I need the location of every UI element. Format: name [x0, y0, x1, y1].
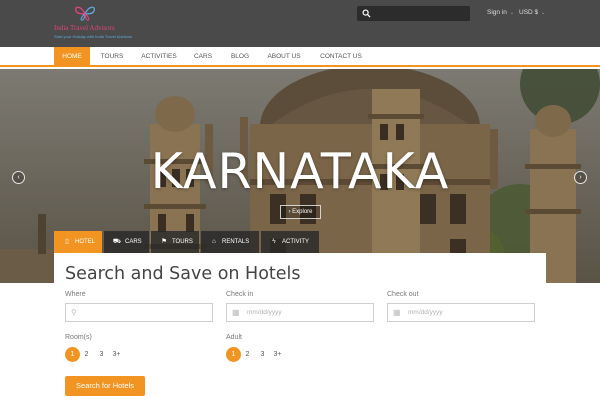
rooms-label: Room(s): [65, 334, 92, 341]
brand-logo[interactable]: India Travel Advisors Start your Holiday…: [54, 5, 132, 43]
chevron-right-icon: ›: [288, 209, 291, 215]
chevron-down-icon: ⌄: [541, 10, 546, 16]
where-input[interactable]: [86, 305, 208, 320]
nav-item-blog[interactable]: BLOG: [223, 47, 257, 67]
bolt-icon: ϟ: [272, 238, 276, 245]
rooms-option[interactable]: 1: [65, 347, 80, 362]
where-label: Where: [65, 291, 86, 298]
nav-item-home[interactable]: HOME: [54, 47, 90, 67]
currency-menu[interactable]: USD $ ⌄: [519, 9, 545, 16]
form-title: Search and Save on Hotels: [65, 264, 301, 284]
rooms-option[interactable]: 2: [79, 347, 94, 362]
nav-item-cars[interactable]: CARS: [186, 47, 220, 67]
adult-selector: 1 2 3 3+: [226, 347, 296, 362]
nav-item-tours[interactable]: TOURS: [93, 47, 131, 67]
where-field: ⚲: [65, 303, 213, 322]
signin-menu[interactable]: Sign in ⌄: [487, 9, 514, 16]
rooms-option[interactable]: 3+: [109, 347, 124, 362]
checkout-field: ▦: [387, 303, 535, 322]
adult-option[interactable]: 3+: [270, 347, 285, 362]
checkin-label: Check in: [226, 291, 254, 298]
nav-item-about-us[interactable]: ABOUT US: [261, 47, 307, 67]
hotel-icon: ▯: [65, 238, 69, 245]
flag-icon: ⚑: [161, 238, 167, 245]
tab-label: ACTIVITY: [282, 239, 310, 245]
tab-label: HOTEL: [75, 239, 96, 245]
checkout-label: Check out: [387, 291, 419, 298]
hero-title: KARNATAKA: [150, 143, 450, 200]
main-nav: HOME TOURS ACTIVITIES CARS BLOG ABOUT US…: [0, 47, 600, 67]
tab-label: CARS: [125, 239, 142, 245]
calendar-icon: ▦: [393, 308, 401, 317]
hotel-search-form: Search and Save on Hotels Where ⚲ Check …: [54, 253, 546, 400]
signin-label: Sign in: [487, 9, 507, 16]
tab-tours[interactable]: ⚑ TOURS: [151, 231, 199, 253]
tab-label: RENTALS: [222, 239, 250, 245]
currency-label: USD $: [519, 9, 539, 16]
nav-item-activities[interactable]: ACTIVITIES: [136, 47, 182, 67]
checkin-field: ▦: [226, 303, 374, 322]
map-marker-icon: ⚲: [71, 308, 77, 317]
rooms-option[interactable]: 3: [94, 347, 109, 362]
tab-cars[interactable]: ⛟ CARS: [104, 231, 149, 253]
adult-option[interactable]: 2: [240, 347, 255, 362]
search-icon[interactable]: [362, 9, 371, 18]
tab-rentals[interactable]: ⌂ RENTALS: [201, 231, 259, 253]
explore-button[interactable]: › Explore: [280, 205, 321, 219]
tab-label: TOURS: [172, 239, 193, 245]
tab-hotel[interactable]: ▯ HOTEL: [54, 231, 102, 253]
adult-option[interactable]: 1: [226, 347, 241, 362]
brand-tagline: Start your Holiday with India Travel Adv…: [54, 34, 133, 39]
nav-item-contact-us[interactable]: CONTACT US: [313, 47, 369, 67]
car-icon: ⛟: [112, 238, 122, 245]
page: India Travel Advisors Start your Holiday…: [0, 0, 600, 400]
checkin-input[interactable]: [247, 305, 369, 320]
brand-title: India Travel Advisors: [54, 24, 115, 32]
calendar-icon: ▦: [232, 308, 240, 317]
adult-option[interactable]: 3: [255, 347, 270, 362]
top-bar: India Travel Advisors Start your Holiday…: [0, 0, 600, 47]
explore-label: Explore: [292, 209, 313, 215]
rooms-selector: 1 2 3 3+: [65, 347, 135, 362]
chevron-down-icon: ⌄: [509, 10, 515, 16]
header-search: [357, 6, 470, 21]
search-hotels-button[interactable]: Search for Hotels: [65, 376, 145, 396]
adult-label: Adult: [226, 334, 242, 341]
butterfly-logo-icon: [75, 6, 95, 21]
header-search-input[interactable]: [374, 7, 468, 20]
checkout-input[interactable]: [408, 305, 530, 320]
home-icon: ⌂: [212, 238, 216, 245]
tab-activity[interactable]: ϟ ACTIVITY: [261, 231, 319, 253]
